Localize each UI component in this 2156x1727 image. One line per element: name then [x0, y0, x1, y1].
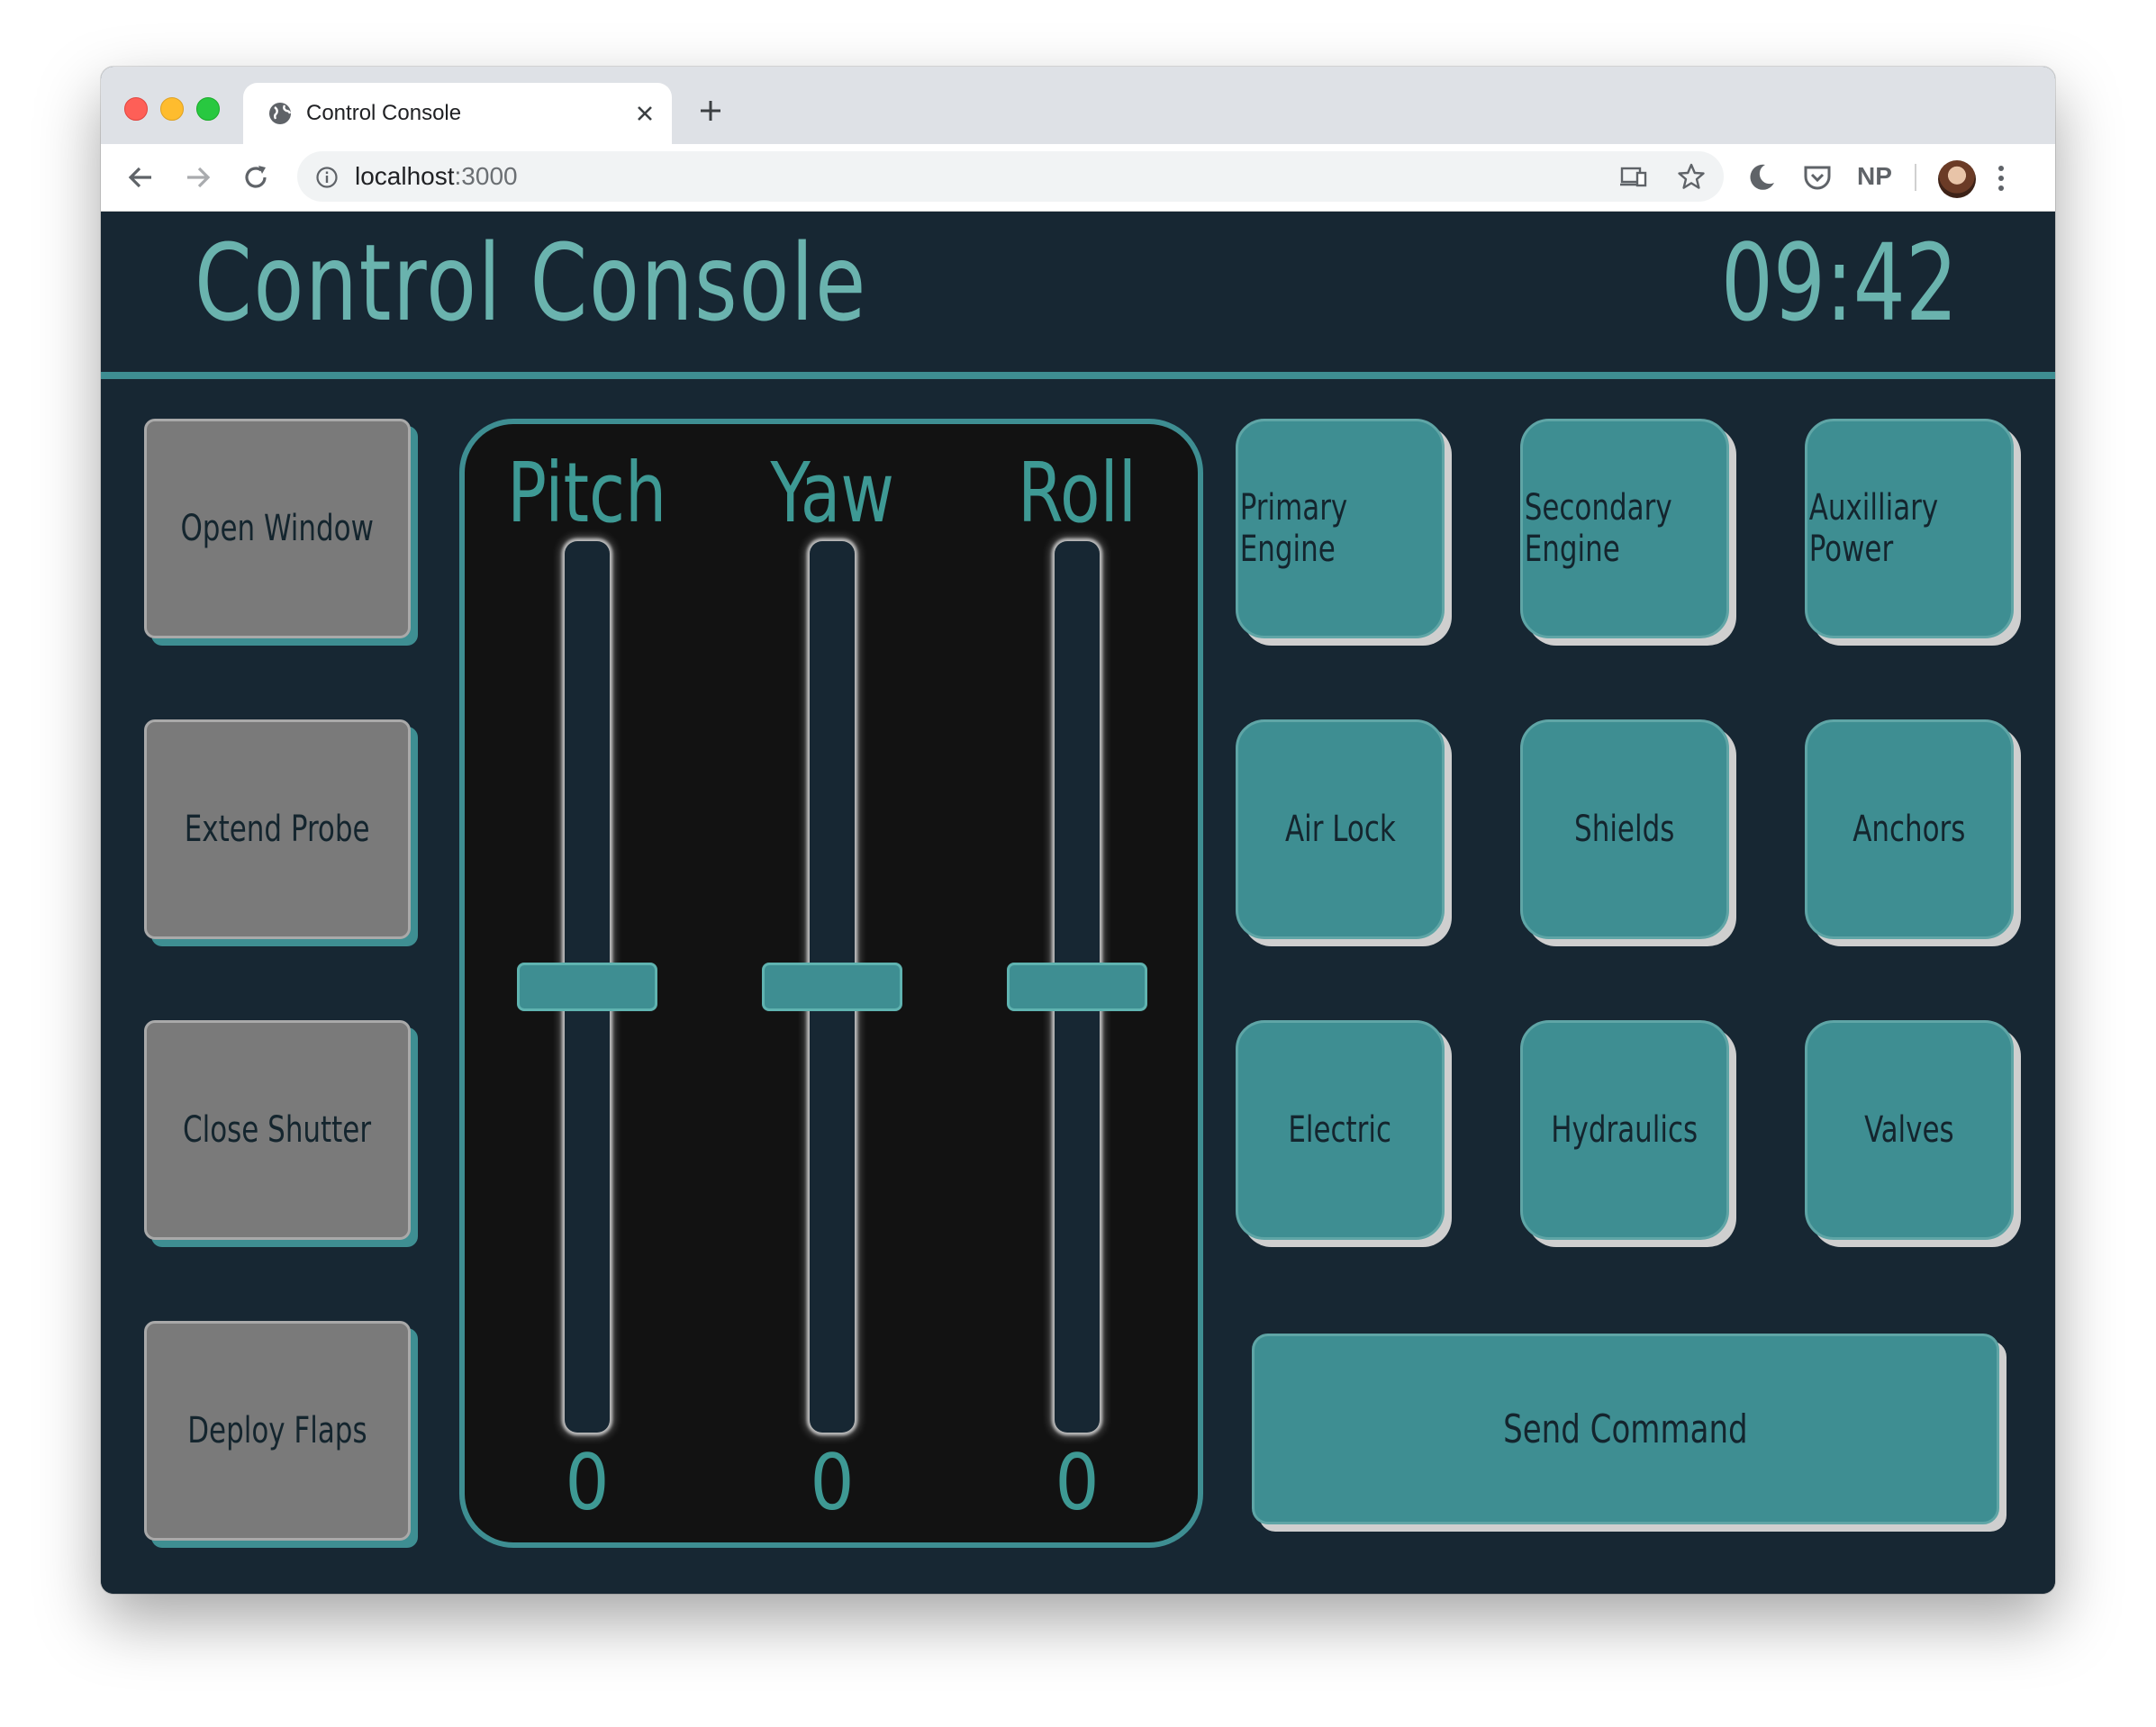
anchors-button[interactable]: Anchors — [1805, 719, 2014, 939]
tab-title: Control Console — [306, 101, 462, 125]
valves-button[interactable]: Valves — [1805, 1020, 2014, 1240]
yaw-slider: Yaw 0 — [724, 424, 940, 1542]
maximize-window-button[interactable] — [196, 97, 220, 121]
close-tab-icon[interactable] — [634, 103, 656, 124]
address-bar[interactable]: localhost:3000 — [297, 151, 1724, 202]
back-icon[interactable] — [124, 161, 157, 194]
pitch-slider: Pitch 0 — [479, 424, 695, 1542]
install-app-icon[interactable] — [1619, 164, 1648, 189]
secondary-engine-button[interactable]: Secondary Engine — [1520, 419, 1729, 638]
new-tab-icon[interactable] — [697, 97, 724, 124]
menu-kebab-icon[interactable] — [1996, 162, 2007, 194]
hydraulics-button[interactable]: Hydraulics — [1520, 1020, 1729, 1240]
toolbar-separator — [1915, 164, 1916, 191]
yaw-slider-handle[interactable] — [762, 963, 902, 1011]
bookmark-star-icon[interactable] — [1677, 162, 1706, 191]
page-title: Control Console — [195, 221, 868, 345]
clock-display: 09:42 — [1720, 221, 1958, 345]
roll-slider: Roll 0 — [969, 424, 1185, 1542]
air-lock-button[interactable]: Air Lock — [1236, 719, 1445, 939]
pitch-label: Pitch — [507, 445, 667, 541]
extend-probe-button[interactable]: Extend Probe — [144, 719, 411, 939]
browser-window: Control Console localhost:3000 NP Contro… — [101, 67, 2055, 1594]
pitch-slider-handle[interactable] — [517, 963, 657, 1011]
primary-engine-button[interactable]: Primary Engine — [1236, 419, 1445, 638]
browser-tab[interactable]: Control Console — [243, 83, 672, 144]
reload-icon[interactable] — [240, 161, 272, 194]
shields-button[interactable]: Shields — [1520, 719, 1729, 939]
yaw-label: Yaw — [770, 445, 894, 541]
auxilliary-power-button[interactable]: Auxilliary Power — [1805, 419, 2014, 638]
forward-icon[interactable] — [182, 161, 214, 194]
deploy-flaps-button[interactable]: Deploy Flaps — [144, 1321, 411, 1541]
roll-slider-handle[interactable] — [1007, 963, 1147, 1011]
close-window-button[interactable] — [124, 97, 148, 121]
header-divider — [101, 372, 2055, 379]
yaw-value: 0 — [810, 1438, 855, 1528]
globe-icon — [269, 103, 292, 124]
dark-mode-moon-icon[interactable] — [1745, 161, 1778, 194]
info-icon[interactable] — [315, 166, 339, 189]
electric-button[interactable]: Electric — [1236, 1020, 1445, 1240]
close-shutter-button[interactable]: Close Shutter — [144, 1020, 411, 1240]
browser-toolbar: localhost:3000 NP — [101, 144, 2055, 212]
open-window-button[interactable]: Open Window — [144, 419, 411, 638]
pitch-value: 0 — [565, 1438, 610, 1528]
tab-bar: Control Console — [101, 67, 2055, 144]
roll-label: Roll — [1018, 445, 1137, 541]
pocket-icon[interactable] — [1801, 161, 1834, 194]
profile-avatar[interactable] — [1938, 160, 1976, 198]
url-text: localhost:3000 — [355, 162, 518, 190]
send-command-button[interactable]: Send Command — [1252, 1334, 1999, 1524]
minimize-window-button[interactable] — [160, 97, 184, 121]
control-console-app: Control Console 09:42 Open Window Extend… — [101, 212, 2055, 1594]
roll-value: 0 — [1055, 1438, 1100, 1528]
np-extension-icon[interactable]: NP — [1857, 162, 1892, 191]
attitude-slider-panel: Pitch 0 Yaw 0 Roll 0 — [459, 419, 1203, 1548]
